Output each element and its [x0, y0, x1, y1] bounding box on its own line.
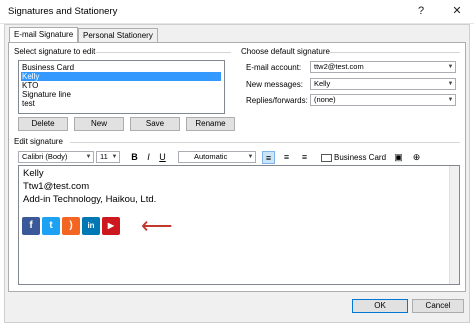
font-size-value: 11 — [100, 152, 108, 161]
list-item[interactable]: test — [21, 99, 221, 108]
group-divider — [330, 52, 460, 53]
replies-forwards-select[interactable]: (none) ▼ — [310, 94, 456, 106]
rename-button[interactable]: Rename — [186, 117, 235, 131]
business-card-button[interactable]: Business Card — [321, 151, 386, 164]
signature-editor[interactable]: Kelly Ttw1@test.com Add-in Technology, H… — [18, 165, 460, 285]
insert-hyperlink-icon[interactable]: ⊕ — [410, 151, 423, 164]
facebook-icon[interactable]: f — [22, 217, 40, 235]
save-button[interactable]: Save — [130, 117, 180, 131]
italic-button[interactable]: I — [142, 151, 155, 164]
tab-personal-stationery[interactable]: Personal Stationery — [78, 28, 158, 43]
align-left-icon[interactable]: ≡ — [262, 151, 275, 164]
ok-button[interactable]: OK — [352, 299, 408, 313]
chevron-down-icon: ▼ — [111, 154, 118, 160]
font-size-select[interactable]: 11 ▼ — [96, 151, 120, 163]
business-card-icon — [321, 153, 332, 162]
delete-button[interactable]: Delete — [18, 117, 68, 131]
font-select[interactable]: Calibri (Body) ▼ — [18, 151, 94, 163]
chevron-down-icon: ▼ — [447, 64, 454, 70]
linkedin-icon[interactable]: in — [82, 217, 100, 235]
font-value: Calibri (Body) — [22, 152, 68, 161]
help-button[interactable]: ? — [410, 2, 432, 20]
tab-email-signature[interactable]: E-mail Signature — [9, 27, 79, 43]
insert-picture-icon[interactable]: ▣ — [392, 151, 405, 164]
font-color-value: Automatic — [194, 152, 228, 161]
new-messages-label: New messages: — [246, 80, 303, 89]
default-signature-heading: Choose default signature — [241, 47, 330, 56]
business-card-label: Business Card — [334, 153, 387, 162]
rss-icon[interactable]: ) — [62, 217, 80, 235]
signature-company-line: Add-in Technology, Haikou, Ltd. — [23, 194, 157, 205]
chevron-down-icon: ▼ — [447, 81, 454, 87]
new-messages-select[interactable]: Kelly ▼ — [310, 78, 456, 90]
signature-email-line: Ttw1@test.com — [23, 181, 90, 192]
new-button[interactable]: New — [74, 117, 124, 131]
new-messages-value: Kelly — [314, 79, 331, 88]
social-icons: f t ) in ▶ — [22, 217, 120, 235]
close-button[interactable]: ✕ — [446, 2, 468, 20]
align-center-icon[interactable]: ≡ — [280, 151, 293, 164]
replies-forwards-value: (none) — [314, 95, 336, 104]
list-item[interactable]: KTO — [21, 81, 221, 90]
signature-name-line: Kelly — [23, 168, 44, 179]
window-title: Signatures and Stationery — [8, 6, 118, 17]
group-divider — [96, 52, 231, 53]
font-color-select[interactable]: Automatic ▼ — [178, 151, 256, 163]
list-item-selected[interactable]: Kelly — [21, 72, 221, 81]
replies-forwards-label: Replies/forwards: — [246, 96, 308, 105]
list-item[interactable]: Business Card — [21, 63, 221, 72]
group-divider — [70, 142, 460, 143]
chevron-down-icon: ▼ — [447, 97, 454, 103]
chevron-down-icon: ▼ — [247, 154, 254, 160]
list-item[interactable]: Signature line — [21, 90, 221, 99]
email-account-select[interactable]: ttw2@test.com ▼ — [310, 61, 456, 73]
underline-button[interactable]: U — [156, 151, 169, 164]
select-signature-heading: Select signature to edit — [14, 47, 96, 56]
align-right-icon[interactable]: ≡ — [298, 151, 311, 164]
chevron-down-icon: ▼ — [85, 154, 92, 160]
cancel-button[interactable]: Cancel — [412, 299, 464, 313]
youtube-icon[interactable]: ▶ — [102, 217, 120, 235]
arrow-annotation: ⟵ — [141, 213, 173, 238]
scrollbar[interactable] — [449, 166, 459, 284]
title-bar: Signatures and Stationery ? ✕ — [0, 0, 474, 24]
email-account-value: ttw2@test.com — [314, 62, 364, 71]
twitter-icon[interactable]: t — [42, 217, 60, 235]
signature-list[interactable]: Business Card Kelly KTO Signature line t… — [18, 60, 225, 114]
email-account-label: E-mail account: — [246, 63, 302, 72]
edit-signature-heading: Edit signature — [14, 137, 63, 146]
bold-button[interactable]: B — [128, 151, 141, 164]
